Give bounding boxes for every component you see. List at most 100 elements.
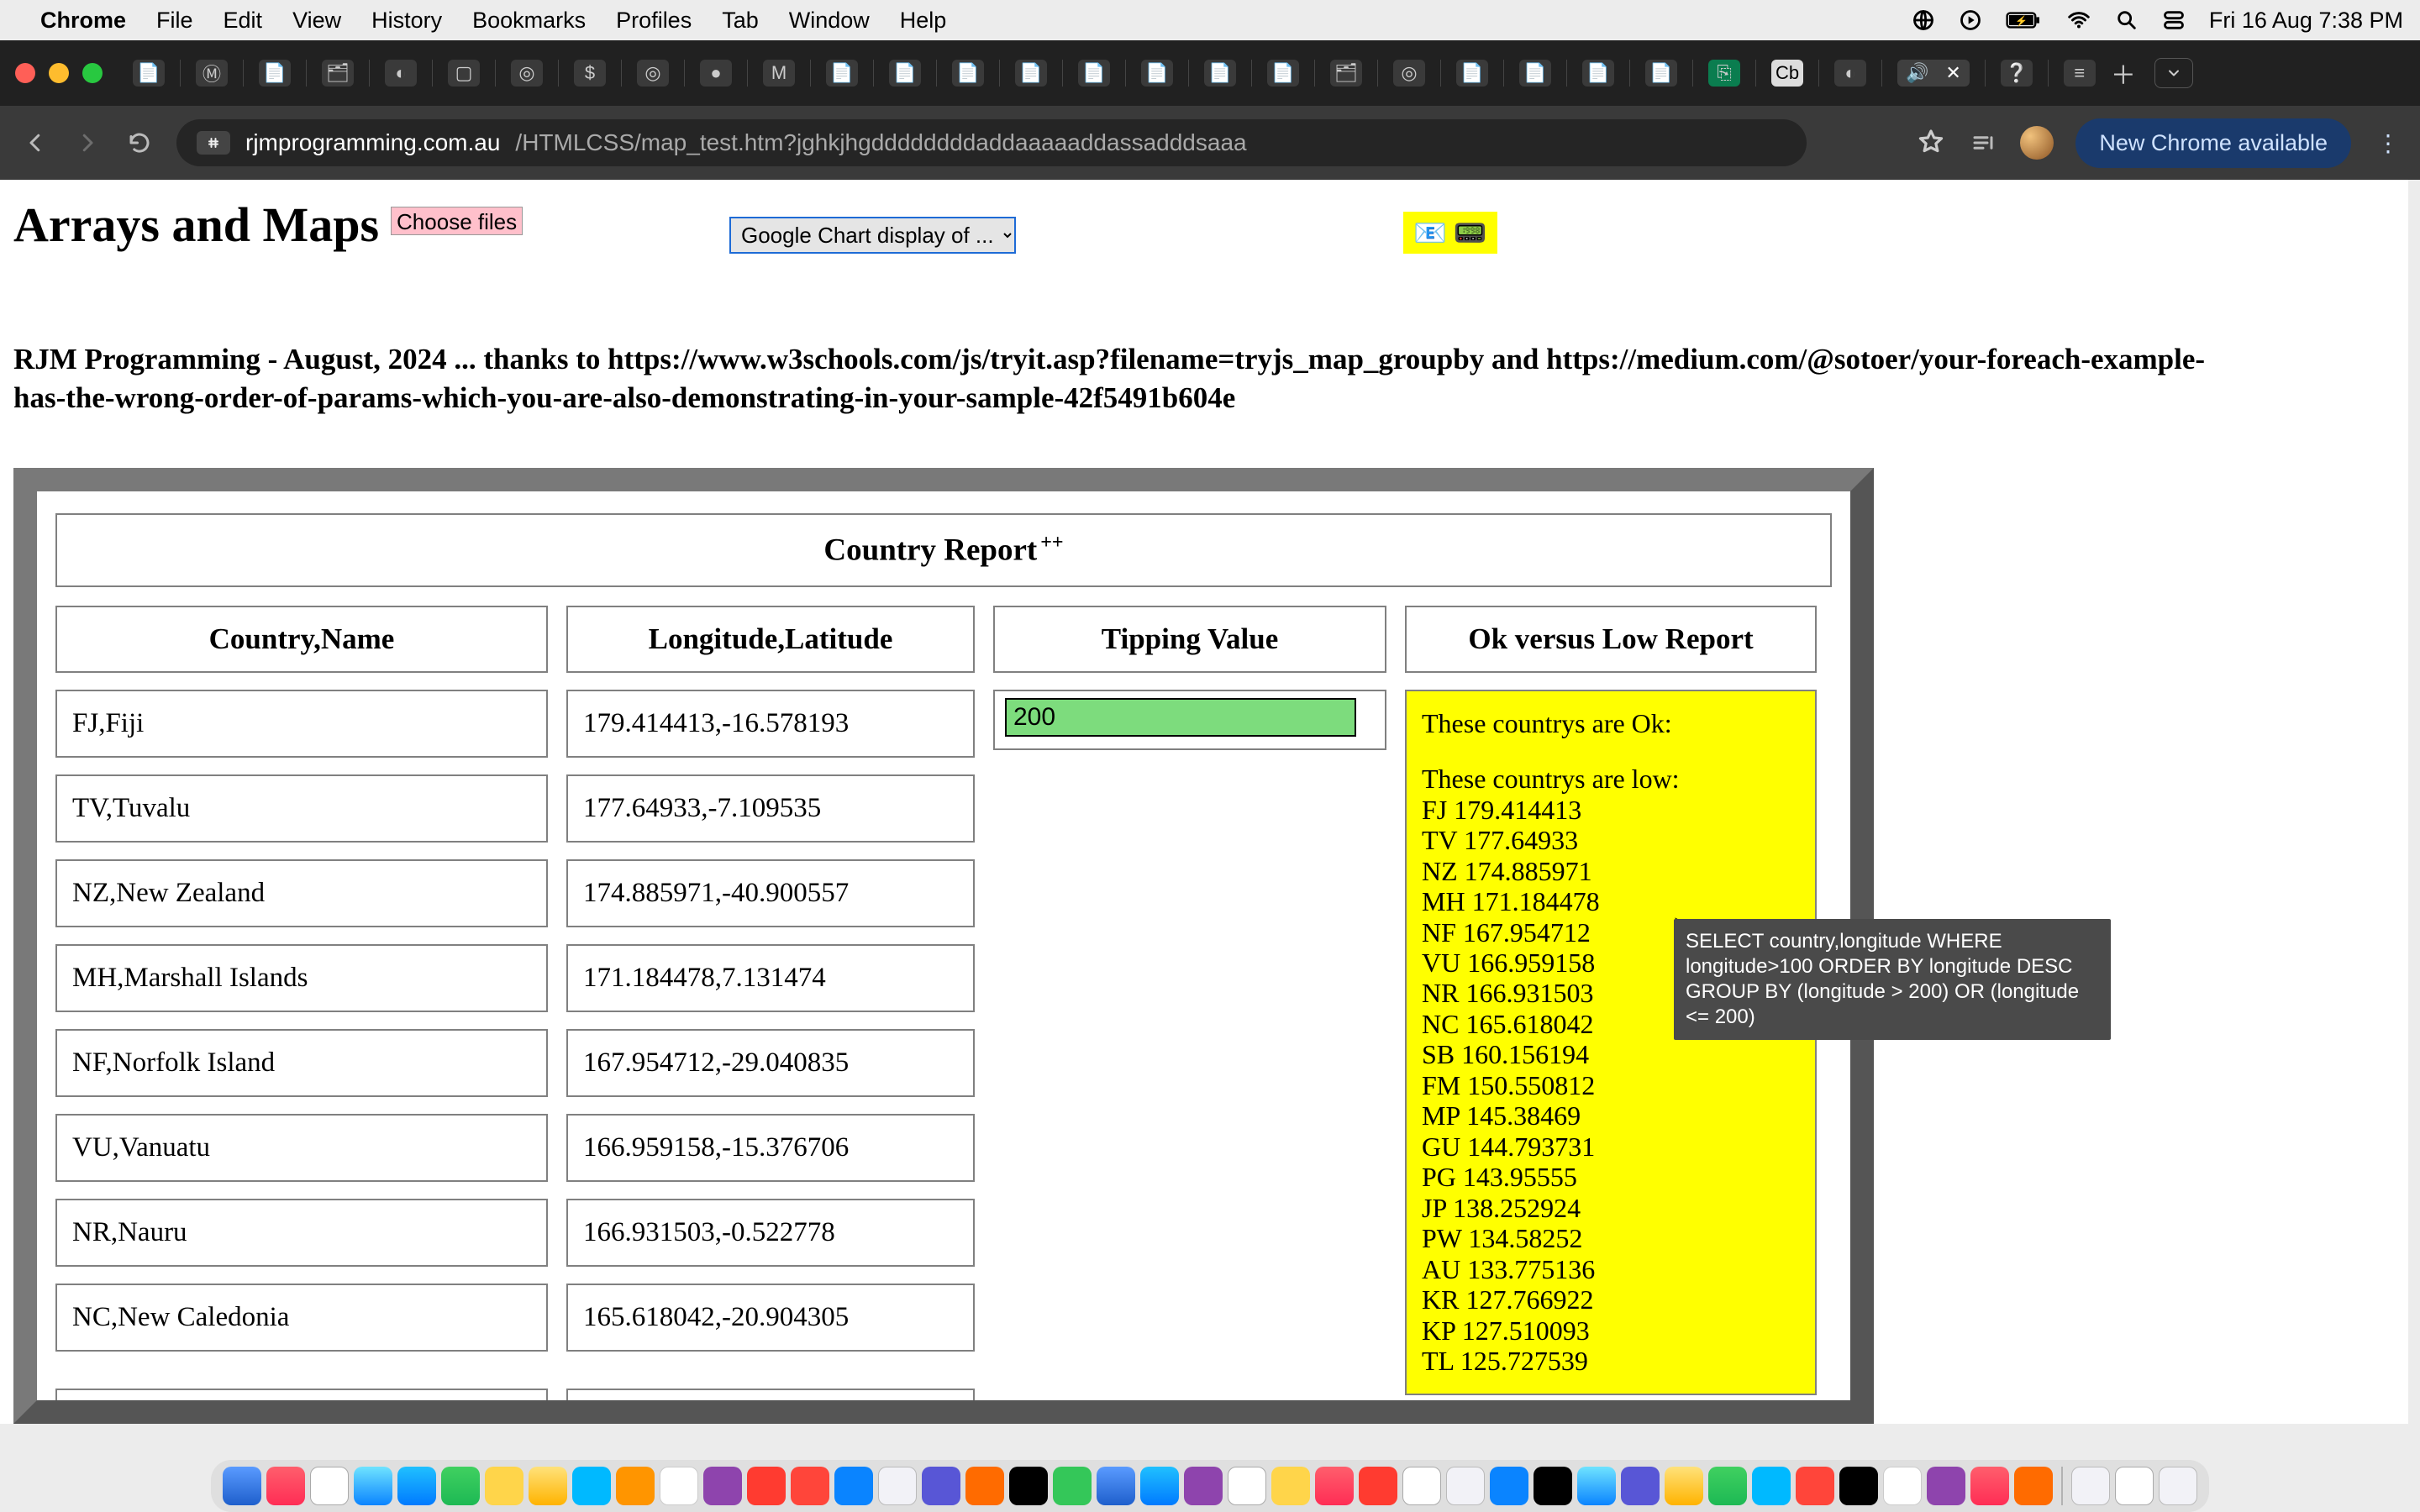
dock-app[interactable] (1009, 1467, 1048, 1505)
dock-app[interactable] (354, 1467, 392, 1505)
pinned-tab[interactable]: 📄 (826, 60, 858, 87)
pinned-tab[interactable]: 📄 (1519, 60, 1551, 87)
pinned-tab[interactable]: M (763, 60, 795, 87)
close-window-button[interactable] (15, 63, 35, 83)
battery-icon[interactable]: ⚡ (2006, 10, 2043, 30)
dock-folder[interactable] (2115, 1467, 2154, 1505)
dock-app[interactable] (878, 1467, 917, 1505)
choose-files-button[interactable]: Choose files (391, 207, 523, 235)
dock-app[interactable] (1883, 1467, 1922, 1505)
pinned-tab[interactable]: 📄 (1204, 60, 1236, 87)
pinned-tab[interactable]: $ (574, 60, 606, 87)
menubar-clock[interactable]: Fri 16 Aug 7:38 PM (2209, 8, 2403, 34)
menu-help[interactable]: Help (900, 8, 947, 34)
dock-app[interactable] (660, 1467, 698, 1505)
pinned-tab[interactable]: 📄 (1015, 60, 1047, 87)
dock-app[interactable] (1271, 1467, 1310, 1505)
dock-app[interactable] (1708, 1467, 1747, 1505)
dock-downloads[interactable] (2071, 1467, 2110, 1505)
dock-app[interactable] (1796, 1467, 1834, 1505)
app-menu[interactable]: Chrome (40, 8, 126, 34)
minimize-window-button[interactable] (49, 63, 69, 83)
dock-app[interactable] (266, 1467, 305, 1505)
wifi-icon[interactable] (2066, 8, 2091, 33)
reload-button[interactable] (124, 128, 155, 158)
pinned-tab[interactable]: 📄 (1456, 60, 1488, 87)
dock-app[interactable] (965, 1467, 1004, 1505)
dock-app[interactable] (1359, 1467, 1397, 1505)
control-center-icon[interactable] (2162, 8, 2186, 32)
pinned-tab[interactable]: ● (700, 60, 732, 87)
tipping-value-input[interactable] (1005, 698, 1356, 737)
pinned-tab[interactable]: 📄 (952, 60, 984, 87)
pinned-tab[interactable]: ◎ (511, 60, 543, 87)
spotlight-icon[interactable] (2115, 8, 2139, 32)
menu-tab[interactable]: Tab (722, 8, 759, 34)
pinned-tab[interactable]: 📄 (1141, 60, 1173, 87)
dock-app[interactable] (703, 1467, 742, 1505)
pinned-tab[interactable]: 🗂 (1330, 60, 1362, 87)
pinned-tab[interactable]: ◐ (385, 60, 417, 87)
pinned-tab[interactable]: Ⓜ (196, 60, 228, 87)
dock-app[interactable] (1577, 1467, 1616, 1505)
menu-file[interactable]: File (156, 8, 193, 34)
dock-app[interactable] (616, 1467, 655, 1505)
dock-app[interactable] (1621, 1467, 1660, 1505)
menu-edit[interactable]: Edit (224, 8, 263, 34)
dock-trash[interactable] (2159, 1467, 2197, 1505)
pinned-tab[interactable]: 📄 (1078, 60, 1110, 87)
pinned-tab[interactable]: 📄 (259, 60, 291, 87)
pinned-tab[interactable]: Cb (1771, 60, 1803, 87)
dock-app-finder[interactable] (223, 1467, 261, 1505)
dock-app[interactable] (1970, 1467, 2009, 1505)
pinned-tab[interactable]: ◐ (1834, 60, 1866, 87)
back-button[interactable] (20, 128, 50, 158)
update-available-button[interactable]: New Chrome available (2075, 118, 2351, 168)
chrome-menu-button[interactable]: ⋮ (2376, 129, 2400, 157)
dock-app[interactable] (310, 1467, 349, 1505)
profile-avatar[interactable] (2020, 126, 2054, 160)
tabs-dropdown-button[interactable] (2154, 58, 2193, 88)
dock-app[interactable] (1402, 1467, 1441, 1505)
ok-vs-low-panel[interactable]: These countrys are Ok: These countrys ar… (1405, 690, 1817, 1395)
dock-app[interactable] (397, 1467, 436, 1505)
menu-view[interactable]: View (292, 8, 341, 34)
active-tab[interactable]: 🔊 ✕ (1897, 60, 1970, 87)
dock-app[interactable] (529, 1467, 567, 1505)
pinned-tab[interactable]: ❔ (2001, 60, 2033, 87)
pinned-tab[interactable]: 📄 (133, 60, 165, 87)
dock-app[interactable] (1097, 1467, 1135, 1505)
pinned-tab[interactable]: 📄 (889, 60, 921, 87)
tab-close-button[interactable]: ✕ (1945, 62, 1960, 84)
pinned-tab[interactable]: ◎ (637, 60, 669, 87)
menu-window[interactable]: Window (789, 8, 870, 34)
dock-app[interactable] (747, 1467, 786, 1505)
new-tab-button[interactable]: ＋ (2111, 55, 2136, 92)
language-icon[interactable] (1912, 8, 1935, 32)
dock-app[interactable] (2014, 1467, 2053, 1505)
dock-app[interactable] (1184, 1467, 1223, 1505)
pinned-tab[interactable]: ▢ (448, 60, 480, 87)
pinned-tab[interactable]: 📄 (1645, 60, 1677, 87)
dock-app[interactable] (922, 1467, 960, 1505)
dock-app[interactable] (791, 1467, 829, 1505)
dock-app[interactable] (834, 1467, 873, 1505)
dock-app[interactable] (1534, 1467, 1572, 1505)
reading-list-icon[interactable] (1968, 128, 1998, 158)
menu-history[interactable]: History (371, 8, 442, 34)
dock-app[interactable] (1315, 1467, 1354, 1505)
bookmark-star-icon[interactable] (1918, 128, 1946, 159)
dock-app[interactable] (1053, 1467, 1092, 1505)
dock-app[interactable] (1665, 1467, 1703, 1505)
pinned-tab[interactable]: ≡ (2064, 60, 2096, 87)
dock-app[interactable] (1752, 1467, 1791, 1505)
menu-bookmarks[interactable]: Bookmarks (472, 8, 586, 34)
dock-app[interactable] (1490, 1467, 1528, 1505)
dock-app[interactable] (1446, 1467, 1485, 1505)
emoji-box[interactable]: 📧 📟 (1403, 212, 1497, 254)
dock-app[interactable] (441, 1467, 480, 1505)
dock-app[interactable] (485, 1467, 523, 1505)
fullscreen-window-button[interactable] (82, 63, 103, 83)
address-bar[interactable]: rjmprogramming.com.au/HTMLCSS/map_test.h… (176, 119, 1807, 166)
google-chart-select[interactable]: Google Chart display of ... (729, 217, 1016, 254)
